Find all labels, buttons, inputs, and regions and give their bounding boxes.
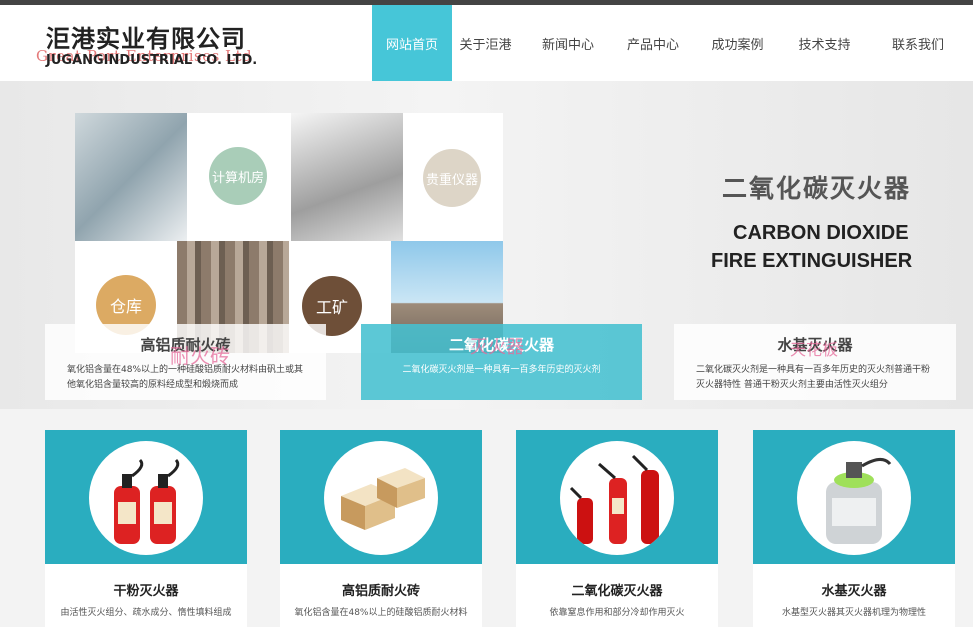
product-image — [797, 441, 911, 555]
banner-card-overlay-text: 灭火器 — [470, 337, 524, 358]
computer-room-badge: 计算机房 — [209, 147, 267, 205]
product-title[interactable]: 干粉灭火器 — [45, 580, 247, 599]
banner-card-overlay-text: 天花板 — [790, 340, 839, 359]
nav-item-support[interactable]: 技术支持 — [786, 5, 863, 81]
product-image-area — [516, 430, 718, 564]
nav-item-news[interactable]: 新闻中心 — [519, 5, 617, 81]
logo-english: JUGANGINDUSTRIAL CO. LTD. — [46, 53, 258, 68]
product-card-brick[interactable]: 高铝质耐火砖 氧化铝含量在48%以上的硅酸铝质耐火材料 — [280, 430, 482, 627]
product-desc: 由活性灭火组分、疏水成分、惰性填料组成 — [60, 608, 232, 618]
product-title[interactable]: 二氧化碳灭火器 — [516, 580, 718, 599]
co2-extinguisher-icon — [569, 454, 659, 544]
product-desc: 氧化铝含量在48%以上的硅酸铝质耐火材料 — [294, 608, 468, 618]
product-title[interactable]: 高铝质耐火砖 — [280, 580, 482, 599]
product-desc: 依靠窒息作用和部分冷却作用灭火 — [549, 608, 685, 618]
product-card-water[interactable]: 水基灭火器 水基型灭火器其灭火器机理为物理性 — [753, 430, 955, 627]
water-extinguisher-icon — [826, 458, 892, 544]
banner-card-desc: 二氧化碳灭火剂是一种具有一百多年历史的灭火剂 — [402, 365, 601, 375]
banner-title-cn: 二氧化碳灭火器 — [722, 174, 912, 203]
precision-instrument-tile: 贵重仪器 — [403, 113, 503, 241]
product-image — [324, 441, 438, 555]
computer-room-tile: 计算机房 — [187, 113, 291, 241]
brick-icon — [341, 468, 425, 530]
banner-card-desc: 二氧化碳灭火剂是一种具有一百多年历史的灭火剂普通干粉灭火器特性 普通干粉灭火剂主… — [696, 365, 931, 390]
product-card-co2[interactable]: 二氧化碳灭火器 依靠窒息作用和部分冷却作用灭火 — [516, 430, 718, 627]
product-image — [89, 441, 203, 555]
nav-item-about[interactable]: 关于洰港 — [452, 5, 519, 81]
product-image — [560, 441, 674, 555]
nav-item-products[interactable]: 产品中心 — [617, 5, 689, 81]
product-desc: 水基型灭火器其灭火器机理为物理性 — [781, 608, 926, 618]
product-title[interactable]: 水基灭火器 — [753, 580, 955, 599]
nav-item-contact[interactable]: 联系我们 — [863, 5, 973, 81]
lab-photo — [291, 113, 403, 241]
computer-room-photo — [75, 113, 187, 241]
product-card-powder[interactable]: 干粉灭火器 由活性灭火组分、疏水成分、惰性填料组成 — [45, 430, 247, 627]
product-image-area — [753, 430, 955, 564]
nav-item-home[interactable]: 网站首页 — [372, 5, 452, 81]
banner-title-en-line2: FIRE EXTINGUISHER — [711, 250, 913, 272]
fire-extinguisher-icon — [114, 458, 180, 544]
product-image-area — [45, 430, 247, 564]
main-nav: 网站首页 关于洰港 新闻中心 产品中心 成功案例 技术支持 联系我们 — [372, 5, 973, 81]
product-image-area — [280, 430, 482, 564]
nav-item-cases[interactable]: 成功案例 — [689, 5, 786, 81]
banner-collage: 计算机房 贵重仪器 仓库 工矿 — [75, 113, 503, 353]
precision-instrument-badge: 贵重仪器 — [423, 149, 481, 207]
banner-card-overlay-text: 耐火砖 — [170, 344, 230, 368]
banner-title-en-line1: CARBON DIOXIDE — [733, 222, 909, 244]
